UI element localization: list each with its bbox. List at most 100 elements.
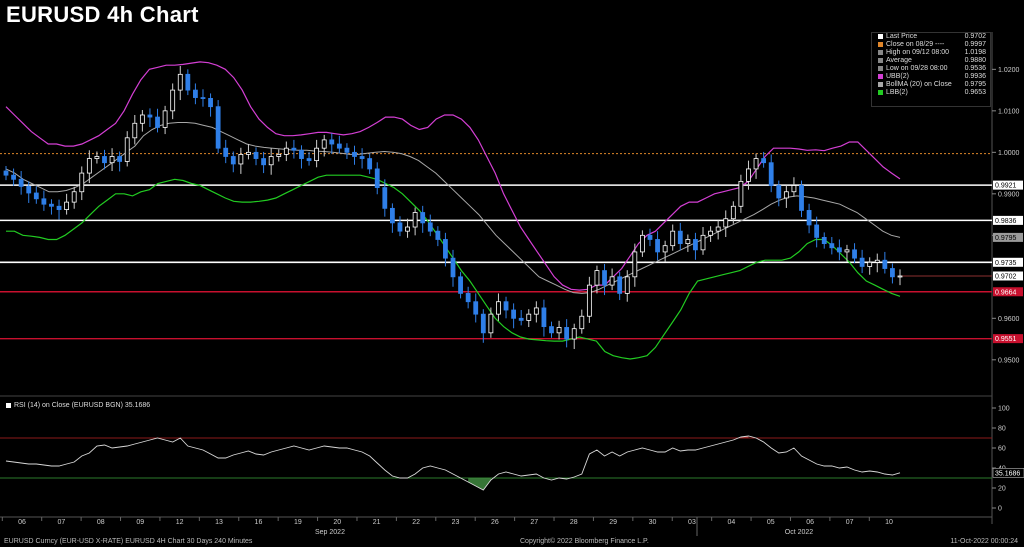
price-gridlines xyxy=(0,32,993,524)
day-label: 08 xyxy=(97,519,105,526)
legend-entry: BollMA (20) on Close 0.9795 xyxy=(872,81,990,89)
down-candle xyxy=(564,327,570,340)
down-candle xyxy=(49,203,54,207)
day-label: 04 xyxy=(727,519,735,526)
down-candle xyxy=(617,276,623,294)
day-label: 05 xyxy=(767,519,775,526)
up-candle xyxy=(246,151,251,155)
down-candle xyxy=(336,143,342,149)
down-candle xyxy=(443,239,448,259)
legend-value: 0.9702 xyxy=(964,33,986,40)
down-candle xyxy=(511,309,517,319)
down-candle xyxy=(435,230,441,240)
down-candle xyxy=(215,106,221,149)
price-tick-label: 0.9900 xyxy=(998,191,1020,198)
up-candle xyxy=(746,168,751,182)
up-candle xyxy=(139,114,145,124)
up-candle xyxy=(276,154,282,157)
down-candle xyxy=(852,249,857,259)
day-label: 07 xyxy=(846,519,854,526)
price-tick-label: 0.9600 xyxy=(998,316,1020,323)
legend-label: Average xyxy=(886,57,912,64)
down-candle xyxy=(647,234,653,240)
legend-value: 1.0198 xyxy=(964,49,986,56)
down-candle xyxy=(776,185,782,199)
footer-copyright: Copyright© 2022 Bloomberg Finance L.P. xyxy=(520,538,649,545)
up-candle xyxy=(177,73,183,91)
down-candle xyxy=(761,158,767,164)
down-candle xyxy=(397,222,403,232)
rsi-tick-label: 0 xyxy=(998,506,1002,513)
down-candle xyxy=(473,301,479,315)
price-level-label: 0.9795 xyxy=(995,235,1017,242)
up-candle xyxy=(132,122,138,139)
down-candle xyxy=(821,236,827,245)
legend-label: High on 09/12 08:00 xyxy=(886,49,950,56)
up-candle xyxy=(79,172,85,193)
up-candle xyxy=(685,239,691,245)
day-label: 22 xyxy=(412,519,420,526)
day-label: 26 xyxy=(491,519,499,526)
legend-entry: UBB(2) 0.9936 xyxy=(872,73,990,81)
down-candle xyxy=(11,174,16,180)
up-candle xyxy=(86,158,92,174)
day-label: 09 xyxy=(136,519,144,526)
down-candle xyxy=(602,270,607,286)
up-candle xyxy=(556,327,562,334)
down-candle xyxy=(367,158,373,170)
down-candle xyxy=(427,222,433,232)
rsi-tick-label: 100 xyxy=(998,406,1010,413)
down-candle xyxy=(344,147,350,153)
up-candle xyxy=(64,201,70,210)
down-candle xyxy=(26,185,32,194)
up-candle xyxy=(708,230,713,236)
day-label: 19 xyxy=(294,519,302,526)
day-label: 21 xyxy=(373,519,381,526)
day-label: 20 xyxy=(333,519,341,526)
down-candle xyxy=(56,205,62,210)
rsi-tick-label: 80 xyxy=(998,426,1006,433)
up-candle xyxy=(579,315,585,330)
up-candle xyxy=(170,89,176,112)
candlesticks xyxy=(3,66,903,350)
price-level-label: 0.9735 xyxy=(995,260,1017,267)
down-candle xyxy=(102,156,107,164)
down-candle xyxy=(147,114,153,118)
up-candle xyxy=(791,185,797,193)
legend-swatch xyxy=(878,66,883,71)
down-candle xyxy=(458,276,463,294)
down-candle xyxy=(359,156,365,159)
up-candle xyxy=(412,212,418,228)
day-label: 10 xyxy=(885,519,893,526)
day-label: 06 xyxy=(806,519,814,526)
down-candle xyxy=(117,156,123,162)
month-label: Sep 2022 xyxy=(315,529,345,536)
down-candle xyxy=(389,207,395,224)
legend: Last Price 0.9702 Close on 08/29 ---- 0.999… xyxy=(871,32,991,107)
rsi-line xyxy=(5,435,901,491)
up-candle xyxy=(162,110,168,128)
up-candle xyxy=(662,245,668,253)
day-label: 29 xyxy=(609,519,617,526)
price-level-label: 0.9921 xyxy=(995,183,1017,190)
down-candle xyxy=(374,168,380,189)
down-candle xyxy=(549,326,554,334)
up-candle xyxy=(867,261,873,267)
day-label: 27 xyxy=(530,519,538,526)
down-candle xyxy=(450,257,456,278)
down-candle xyxy=(382,187,388,209)
up-candle xyxy=(71,191,77,203)
up-candle xyxy=(723,218,729,228)
up-candle xyxy=(124,137,130,162)
up-candle xyxy=(715,226,721,232)
down-candle xyxy=(33,192,39,200)
day-label: 16 xyxy=(255,519,263,526)
up-candle xyxy=(730,205,736,220)
down-candle xyxy=(185,73,191,91)
legend-entry: Last Price 0.9702 xyxy=(872,33,990,41)
up-candle xyxy=(586,284,592,317)
price-level-label: 0.9551 xyxy=(995,336,1017,343)
price-level-label: 0.9664 xyxy=(995,289,1017,296)
down-candle xyxy=(299,149,304,159)
month-label: Oct 2022 xyxy=(785,529,814,536)
